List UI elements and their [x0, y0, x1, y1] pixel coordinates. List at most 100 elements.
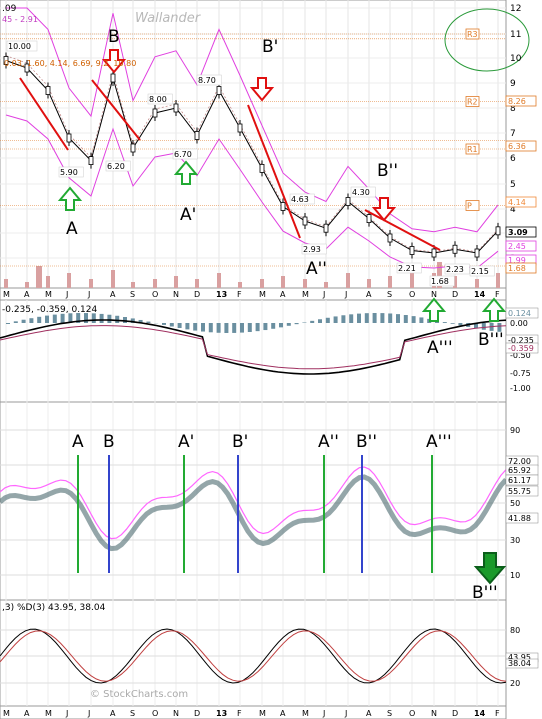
macd-hist-bar: [271, 323, 276, 329]
price-candle: [280, 202, 286, 211]
macd-hist-bar: [318, 319, 322, 323]
rsi-axis-label: 50: [510, 499, 520, 508]
rsi-badge-label: 41.88: [508, 514, 531, 523]
macd-legend: -0.235, -0.359, 0.124: [2, 305, 98, 315]
volume-bar: [4, 279, 8, 288]
macd-hist-bar: [403, 315, 408, 323]
month-label: F: [495, 709, 500, 718]
price-axis-label: 7: [510, 129, 516, 139]
volume-bar: [238, 282, 242, 288]
volume-bar: [367, 279, 371, 288]
price-candle: [259, 163, 265, 173]
pivot-label: P: [467, 202, 472, 211]
month-label: M: [302, 290, 309, 299]
volume-bar: [25, 282, 29, 288]
month-label: S: [130, 709, 135, 718]
macd-hist-bar: [208, 323, 213, 333]
macd-hist-bar: [232, 323, 237, 333]
macd-axis-label: -0.75: [510, 369, 531, 378]
rsi-wave-label: A: [72, 432, 84, 452]
point-label: 2.93: [303, 245, 321, 254]
top-left-values: 45 - 2.91: [2, 15, 38, 24]
month-label: J: [344, 290, 347, 299]
month-label: M: [3, 709, 10, 718]
price-axis-label: 10: [510, 54, 522, 64]
watermark: Wallander: [135, 11, 202, 26]
price-candle: [216, 86, 222, 95]
rsi-badge-label: 72.00: [508, 457, 531, 466]
price-candle: [152, 108, 158, 118]
macd-hist-bar: [364, 313, 369, 323]
month-label: A: [24, 709, 30, 718]
macd-hist-bar: [419, 317, 424, 323]
month-label: O: [152, 290, 158, 299]
price-candle: [366, 214, 372, 224]
stoch-panel: [0, 599, 507, 707]
macd-hist-bar: [294, 323, 299, 325]
price-candle: [88, 156, 94, 166]
price-candle: [409, 246, 415, 255]
macd-axis-label: -1.00: [510, 384, 531, 393]
macd-badge-label: -0.359: [508, 344, 534, 353]
volume-bar: [324, 282, 328, 288]
month-label: D: [452, 290, 458, 299]
month-label: O: [409, 709, 415, 718]
wave-label: A': [180, 205, 196, 225]
volume-bar: [496, 273, 500, 288]
volume-bar: [475, 279, 479, 288]
price-axis-label: 5: [510, 180, 516, 190]
price-candle: [45, 86, 51, 95]
volume-bar: [46, 276, 50, 288]
volume-bar: [217, 273, 221, 288]
point-label: 8.70: [198, 76, 216, 85]
month-label: O: [409, 290, 415, 299]
rsi-badge-label: 61.17: [508, 476, 531, 485]
rsi-wave-label: A'': [318, 432, 339, 452]
macd-hist-bar: [29, 318, 34, 323]
macd-hist-bar: [146, 321, 151, 323]
macd-hist-bar: [99, 313, 104, 323]
macd-hist-bar: [13, 321, 18, 323]
macd-hist-bar: [481, 323, 486, 330]
macd-hist-bar: [458, 323, 463, 326]
price-candle: [345, 197, 351, 206]
macd-hist-bar: [357, 313, 361, 323]
price-axis-label: 6: [510, 154, 516, 164]
stock-chart: .09 45 - 2.91 Wallander 0.03, 1.60, 4.14…: [0, 0, 539, 719]
month-label: 14: [474, 290, 486, 299]
point-label: 10.00: [8, 42, 31, 51]
macd-hist-bar: [37, 316, 42, 323]
price-candle: [495, 226, 501, 236]
point-label: 2.21: [398, 264, 416, 273]
stoch-axis-label: 80: [510, 626, 520, 635]
rsi-wave-label: B''': [472, 583, 498, 603]
macd-hist-bar: [372, 313, 377, 323]
axis-badge-label: 2.45: [508, 242, 526, 251]
price-candle: [302, 216, 308, 226]
macd-hist-bar: [240, 323, 244, 333]
month-label: A: [24, 290, 30, 299]
month-label: A: [110, 709, 116, 718]
macd-hist-bar: [201, 323, 205, 332]
macd-hist-bar: [341, 315, 346, 323]
price-candle: [173, 103, 179, 113]
macd-hist-bar: [107, 314, 112, 323]
macd-hist-bar: [333, 316, 338, 323]
macd-hist-bar: [388, 313, 393, 323]
month-label: J: [87, 290, 90, 299]
chart-root: .09 45 - 2.91 Wallander 0.03, 1.60, 4.14…: [0, 0, 542, 719]
month-label: N: [431, 290, 437, 299]
axis-badge-label: 3.09: [508, 228, 528, 237]
month-label: N: [173, 290, 179, 299]
volume-bar: [388, 276, 392, 288]
stoch-badge-label: 38.04: [508, 659, 531, 668]
point-label: 4.30: [352, 188, 370, 197]
price-candle: [237, 123, 243, 133]
month-label: J: [322, 290, 325, 299]
stoch-legend: ,3) %D(3) 43.95, 38.04: [2, 603, 106, 613]
rsi-badge-label: 65.92: [508, 466, 531, 475]
month-label: N: [431, 709, 437, 718]
macd-axis-label: 0.00: [510, 319, 528, 328]
price-axis-label: 12: [510, 4, 521, 14]
macd-hist-bar: [450, 323, 455, 324]
